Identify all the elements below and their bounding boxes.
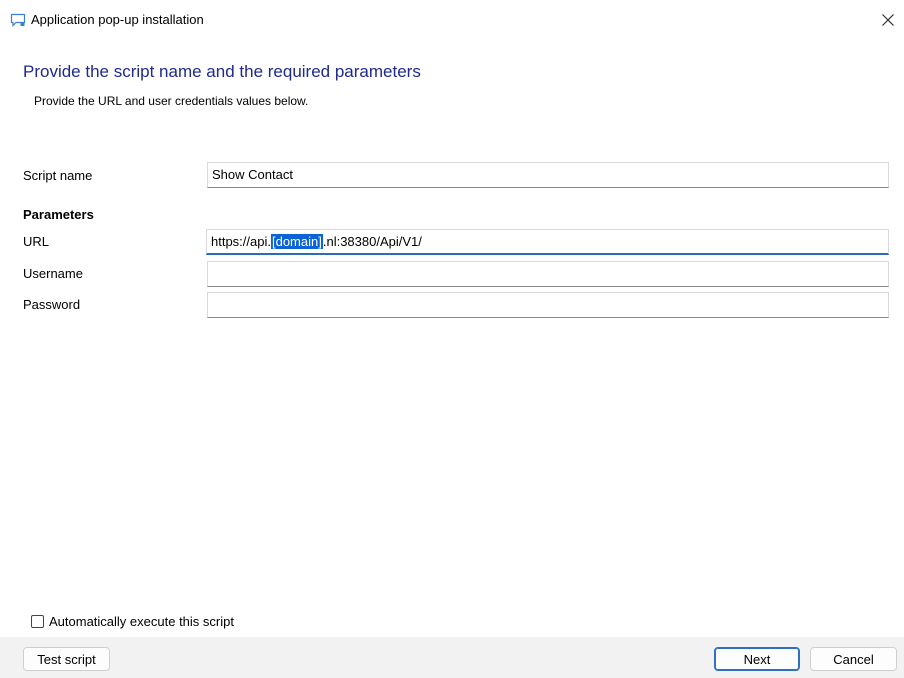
- title-bar: Application pop-up installation: [0, 0, 904, 40]
- url-label: URL: [23, 234, 50, 249]
- url-selected-text: [domain]: [270, 234, 323, 249]
- next-button[interactable]: Next: [714, 647, 800, 671]
- close-icon[interactable]: [876, 8, 900, 32]
- dialog-footer: Test script Next Cancel: [0, 637, 904, 678]
- parameters-label: Parameters: [23, 207, 94, 222]
- window-title: Application pop-up installation: [31, 12, 204, 27]
- test-script-button[interactable]: Test script: [23, 647, 110, 671]
- url-prefix: https://api.: [211, 234, 271, 249]
- page-heading: Provide the script name and the required…: [23, 62, 421, 81]
- auto-execute-option[interactable]: Automatically execute this script: [31, 612, 234, 630]
- script-name-input[interactable]: Show Contact: [207, 162, 889, 188]
- password-label: Password: [23, 297, 81, 312]
- script-name-label: Script name: [23, 168, 93, 183]
- chat-bubble-icon: [10, 13, 26, 27]
- username-label: Username: [23, 266, 83, 281]
- url-input[interactable]: https://api.[domain].nl:38380/Api/V1/: [206, 229, 889, 255]
- auto-execute-label: Automatically execute this script: [49, 613, 234, 629]
- auto-execute-checkbox[interactable]: [31, 614, 44, 628]
- page-subheading: Provide the URL and user credentials val…: [34, 94, 309, 108]
- cancel-button[interactable]: Cancel: [810, 647, 897, 671]
- username-input[interactable]: [207, 261, 889, 287]
- password-input[interactable]: [207, 292, 889, 318]
- url-suffix: .nl:38380/Api/V1/: [322, 234, 422, 249]
